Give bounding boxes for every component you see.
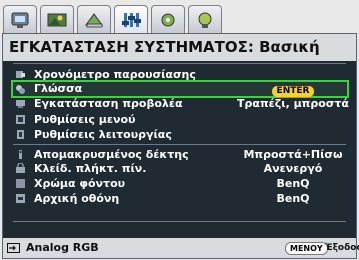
projector-icon: [16, 100, 25, 108]
menu-item-value: Μπροστά+Πίσω: [243, 148, 343, 161]
menu-item-keypad-lock[interactable]: Κλείδ. πλήκτ. πίν. Ανενεργό: [3, 161, 356, 176]
exit-label: Έξοδος: [325, 243, 359, 253]
information-icon: [198, 12, 212, 28]
menu-tab-bar: [0, 0, 359, 34]
menu-item-operation-settings[interactable]: Ρυθμίσεις λειτουργίας: [3, 127, 356, 142]
menu-footer: Analog RGB ΜΕΝΟΥ Έξοδος: [3, 238, 359, 258]
input-source-icon: [7, 243, 20, 253]
menu-item-label: Ρυθμίσεις λειτουργίας: [34, 128, 172, 141]
menu-key-button[interactable]: ΜΕΝΟΥ: [285, 242, 328, 255]
menu-item-label: Κλείδ. πλήκτ. πίν.: [34, 162, 147, 175]
input-source-label: Analog RGB: [26, 241, 99, 254]
tab-advanced-setup[interactable]: [151, 5, 185, 34]
tab-picture[interactable]: [40, 5, 74, 34]
timer-icon: [16, 71, 25, 78]
picture-icon: [47, 13, 67, 27]
menu-item-background-color[interactable]: Χρώμα φόντου BenQ: [3, 176, 356, 191]
tab-information[interactable]: [188, 5, 222, 34]
title-divider: [13, 63, 346, 64]
remote-receiver-icon: [19, 150, 22, 159]
operation-settings-icon: [17, 130, 24, 139]
tab-image-settings[interactable]: [77, 5, 111, 34]
menu-item-value: Τραπέζι, μπροστά: [237, 97, 349, 110]
menu-item-label: Γλώσσα: [34, 82, 83, 95]
osd-menu-panel: ΕΓΚΑΤΑΣΤΑΣΗ ΣΥΣΤΗΜΑΤΟΣ: Βασική Χρονόμετρ…: [2, 33, 359, 259]
image-settings-icon: [85, 13, 103, 28]
menu-item-projector-installation[interactable]: Εγκατάσταση προβολέα Τραπέζι, μπροστά: [3, 96, 356, 111]
background-color-icon: [16, 179, 25, 188]
menu-item-value: Ανενεργό: [263, 162, 323, 175]
footer-divider: [13, 221, 346, 222]
tab-display[interactable]: [3, 5, 37, 34]
menu-title: ΕΓΚΑΤΑΣΤΑΣΗ ΣΥΣΤΗΜΑΤΟΣ: Βασική: [3, 34, 356, 61]
system-setup-icon: [122, 13, 141, 27]
menu-item-remote-receiver[interactable]: Απομακρυσμένος δέκτης Μπροστά+Πίσω: [3, 147, 356, 162]
menu-settings-icon: [16, 115, 25, 124]
menu-item-label: Αρχική οθόνη: [34, 192, 120, 205]
language-icon: [16, 85, 25, 94]
enter-button[interactable]: ENTER: [233, 82, 353, 97]
menu-item-label: Ρυθμίσεις μενού: [34, 113, 136, 126]
tab-system-setup[interactable]: [114, 5, 148, 34]
advanced-setup-icon: [161, 13, 175, 27]
menu-item-label: Απομακρυσμένος δέκτης: [34, 148, 189, 161]
keypad-lock-icon: [16, 163, 25, 173]
menu-item-splash-screen[interactable]: Αρχική οθόνη BenQ: [3, 191, 356, 206]
menu-item-label: Χρώμα φόντου: [34, 177, 126, 190]
menu-item-value: BenQ: [276, 177, 310, 190]
menu-item-value: BenQ: [276, 192, 310, 205]
menu-item-label: Εγκατάσταση προβολέα: [34, 97, 183, 110]
section-divider: [13, 144, 346, 145]
splash-screen-icon: [16, 194, 25, 203]
display-icon: [11, 12, 29, 28]
menu-item-menu-settings[interactable]: Ρυθμίσεις μενού: [3, 112, 356, 127]
